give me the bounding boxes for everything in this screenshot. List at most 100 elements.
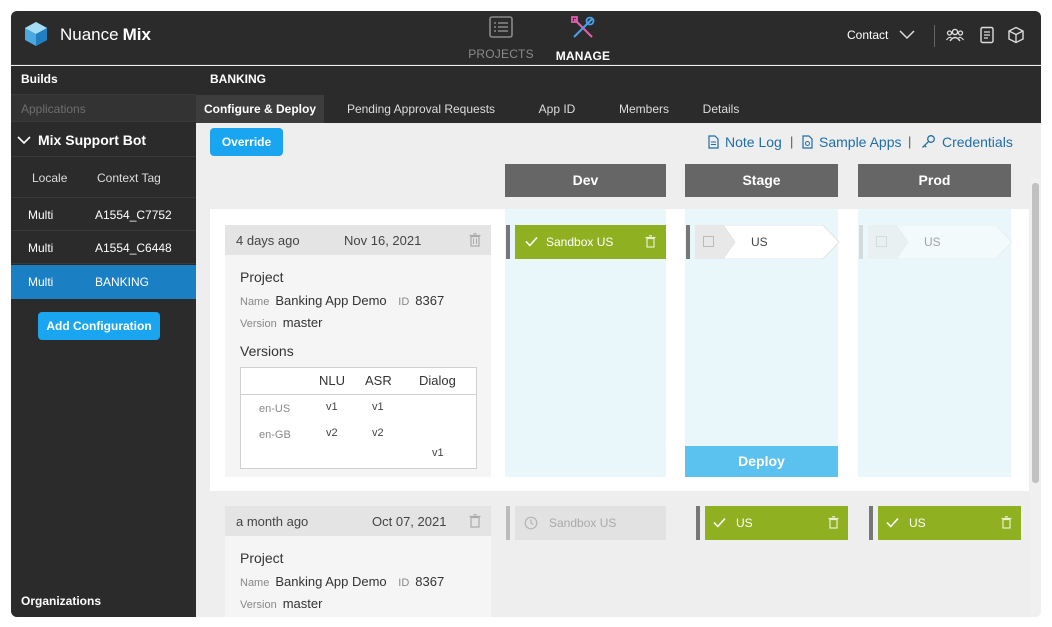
- key-icon: [922, 135, 935, 148]
- check-icon: [713, 517, 726, 528]
- id-key: ID: [398, 296, 410, 308]
- dev-deployment[interactable]: Sandbox US: [506, 225, 666, 259]
- tab-app-id[interactable]: App ID: [530, 95, 584, 123]
- build-card-header: 4 days ago Nov 16, 2021: [225, 225, 491, 255]
- app-window: Nuance Mix PROJECTS MANAGE Contact Build…: [11, 11, 1041, 617]
- name-value: Banking App Demo: [275, 293, 387, 308]
- dialog-version: v1: [432, 447, 444, 459]
- col-dialog: Dialog: [419, 373, 456, 388]
- project-heading: Project: [240, 550, 284, 566]
- prod-deployment[interactable]: US: [869, 506, 1021, 540]
- note-log-icon: [708, 135, 719, 149]
- main-content: Override Note Log | Sample Apps | Creden…: [196, 123, 1041, 617]
- stage-checkbox[interactable]: [703, 236, 714, 247]
- brand-second: Mix: [122, 25, 151, 44]
- brand-first: Nuance: [60, 25, 119, 44]
- nav-projects-label: PROJECTS: [468, 47, 534, 61]
- tab-details[interactable]: Details: [696, 95, 746, 123]
- trash-icon[interactable]: [1001, 516, 1012, 529]
- row-locale: Multi: [28, 208, 54, 222]
- override-button[interactable]: Override: [210, 128, 283, 156]
- tab-pending-approval[interactable]: Pending Approval Requests: [336, 95, 506, 123]
- organizations-link[interactable]: Organizations: [21, 594, 101, 608]
- build-age: a month ago: [236, 514, 309, 529]
- document-icon[interactable]: [978, 26, 996, 44]
- stage-deployment[interactable]: US: [686, 225, 840, 259]
- name-key: Name: [240, 296, 270, 308]
- trash-icon[interactable]: [828, 516, 839, 529]
- clock-icon: [524, 516, 538, 530]
- row-tag: A1554_C7752: [95, 208, 172, 222]
- build-row[interactable]: 4 days ago Nov 16, 2021 Project Name Bank…: [210, 209, 1029, 491]
- trash-icon[interactable]: [469, 233, 481, 247]
- project-name: Name Banking App Demo ID 8367: [240, 574, 444, 589]
- asr-version: v1: [372, 401, 384, 413]
- config-row-selected[interactable]: Multi BANKING: [11, 265, 196, 299]
- row-locale: en-US: [259, 403, 291, 415]
- tab-configure-deploy[interactable]: Configure & Deploy: [196, 95, 324, 123]
- nav-manage[interactable]: MANAGE: [543, 16, 623, 63]
- projects-icon: [489, 16, 513, 38]
- deploy-button[interactable]: Deploy: [685, 446, 838, 477]
- trash-icon[interactable]: [645, 235, 656, 248]
- dev-target: Sandbox US: [549, 516, 617, 530]
- env-header-dev: Dev: [505, 164, 666, 197]
- cube-icon[interactable]: [1007, 26, 1025, 44]
- stage-target: US: [736, 516, 753, 530]
- dev-deployment-pending[interactable]: Sandbox US: [506, 506, 666, 540]
- sidebar-item-bot[interactable]: Mix Support Bot: [11, 124, 196, 157]
- version-value: master: [282, 596, 323, 611]
- sample-apps-link[interactable]: Sample Apps: [819, 134, 902, 150]
- stage-deployment[interactable]: US: [696, 506, 848, 540]
- id-key: ID: [398, 577, 410, 589]
- stage-target: US: [751, 235, 768, 249]
- note-log-link[interactable]: Note Log: [725, 134, 782, 150]
- config-row[interactable]: Multi A1554_C6448: [11, 232, 196, 264]
- contact-menu[interactable]: Contact: [847, 28, 888, 42]
- prod-deployment: US: [859, 225, 1013, 259]
- tools-icon: [571, 16, 595, 38]
- row-tag: A1554_C6448: [95, 241, 172, 255]
- chevron-down-icon: [17, 136, 31, 145]
- status-bar: [686, 225, 690, 259]
- nav-projects[interactable]: PROJECTS: [461, 16, 541, 62]
- project-name: Name Banking App Demo ID 8367: [240, 293, 444, 308]
- add-configuration-button[interactable]: Add Configuration: [38, 312, 160, 340]
- version-key: Version: [240, 599, 277, 611]
- applications-label: Applications: [11, 94, 196, 122]
- build-row[interactable]: a month ago Oct 07, 2021 Project Name Ban…: [210, 494, 1029, 617]
- scrollbar-thumb[interactable]: [1032, 183, 1039, 483]
- version-value: master: [282, 315, 323, 330]
- name-key: Name: [240, 577, 270, 589]
- config-row[interactable]: Multi A1554_C7752: [11, 199, 196, 231]
- credentials-link[interactable]: Credentials: [942, 134, 1013, 150]
- build-date: Nov 16, 2021: [344, 233, 422, 248]
- mix-logo-icon: [25, 22, 47, 46]
- tab-members[interactable]: Members: [614, 95, 674, 123]
- id-value: 8367: [415, 293, 445, 308]
- version-key: Version: [240, 318, 277, 330]
- status-bar: [869, 506, 873, 540]
- id-value: 8367: [415, 574, 445, 589]
- nav-manage-label: MANAGE: [555, 49, 611, 63]
- check-icon: [886, 517, 899, 528]
- sidebar: Builds Applications Mix Support Bot Loca…: [11, 66, 196, 617]
- chevron-down-icon[interactable]: [899, 28, 915, 40]
- builds-heading: Builds: [21, 72, 58, 86]
- asr-version: v2: [372, 427, 384, 439]
- build-card-header: a month ago Oct 07, 2021: [225, 506, 491, 536]
- row-locale: Multi: [28, 241, 54, 255]
- app-title: BANKING: [210, 72, 266, 86]
- versions-table: NLU ASR Dialog en-US v1 v1 en-GB v2 v2 v…: [240, 367, 477, 469]
- dev-target: Sandbox US: [546, 235, 614, 249]
- prod-target: US: [909, 516, 926, 530]
- link-separator: |: [908, 134, 912, 149]
- project-heading: Project: [240, 269, 284, 285]
- trash-icon[interactable]: [469, 514, 481, 528]
- team-icon[interactable]: [946, 26, 964, 44]
- env-header-stage: Stage: [685, 164, 838, 197]
- scrollbar[interactable]: [1030, 178, 1041, 617]
- name-value: Banking App Demo: [275, 574, 387, 589]
- versions-heading: Versions: [240, 343, 294, 359]
- project-version: Version master: [240, 315, 322, 330]
